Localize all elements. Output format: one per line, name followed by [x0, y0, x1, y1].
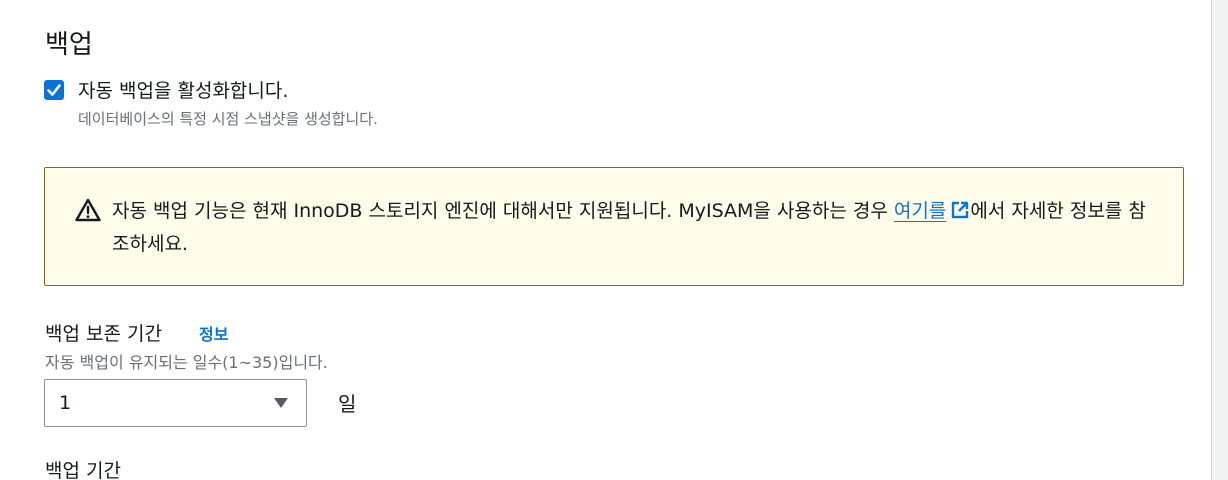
- retention-description: 자동 백업이 유지되는 일수(1~35)입니다.: [45, 353, 328, 372]
- warning-alert: 자동 백업 기능은 현재 InnoDB 스토리지 엔진에 대해서만 지원됩니다.…: [44, 167, 1184, 286]
- alert-text-before: 자동 백업 기능은 현재 InnoDB 스토리지 엔진에 대해서만 지원됩니다.…: [112, 200, 894, 222]
- auto-backup-description: 데이터베이스의 특정 시점 스냅샷을 생성합니다.: [78, 110, 378, 128]
- retention-info-link[interactable]: 정보: [199, 321, 228, 345]
- retention-unit: 일: [338, 392, 357, 416]
- auto-backup-checkbox[interactable]: [44, 80, 64, 100]
- warning-icon: [75, 198, 101, 222]
- retention-label: 백업 보존 기간: [45, 323, 162, 345]
- retention-selected-value[interactable]: 1: [59, 392, 71, 414]
- alert-message: 자동 백업 기능은 현재 InnoDB 스토리지 엔진에 대해서만 지원됩니다.…: [112, 195, 1152, 261]
- caret-down-icon[interactable]: [273, 397, 289, 409]
- checkmark-icon: [47, 84, 61, 96]
- auto-backup-label[interactable]: 자동 백업을 활성화합니다.: [78, 76, 288, 103]
- retention-period-select[interactable]: 1: [44, 379, 307, 427]
- backup-window-label: 백업 기간: [45, 460, 121, 480]
- section-title: 백업: [45, 30, 93, 60]
- external-link-icon[interactable]: [950, 200, 970, 220]
- more-info-link-label[interactable]: 여기를: [894, 200, 946, 222]
- more-info-link[interactable]: 여기를: [894, 200, 946, 222]
- backup-panel: 백업 자동 백업을 활성화합니다. 데이터베이스의 특정 시점 스냅샷을 생성합…: [0, 0, 1212, 480]
